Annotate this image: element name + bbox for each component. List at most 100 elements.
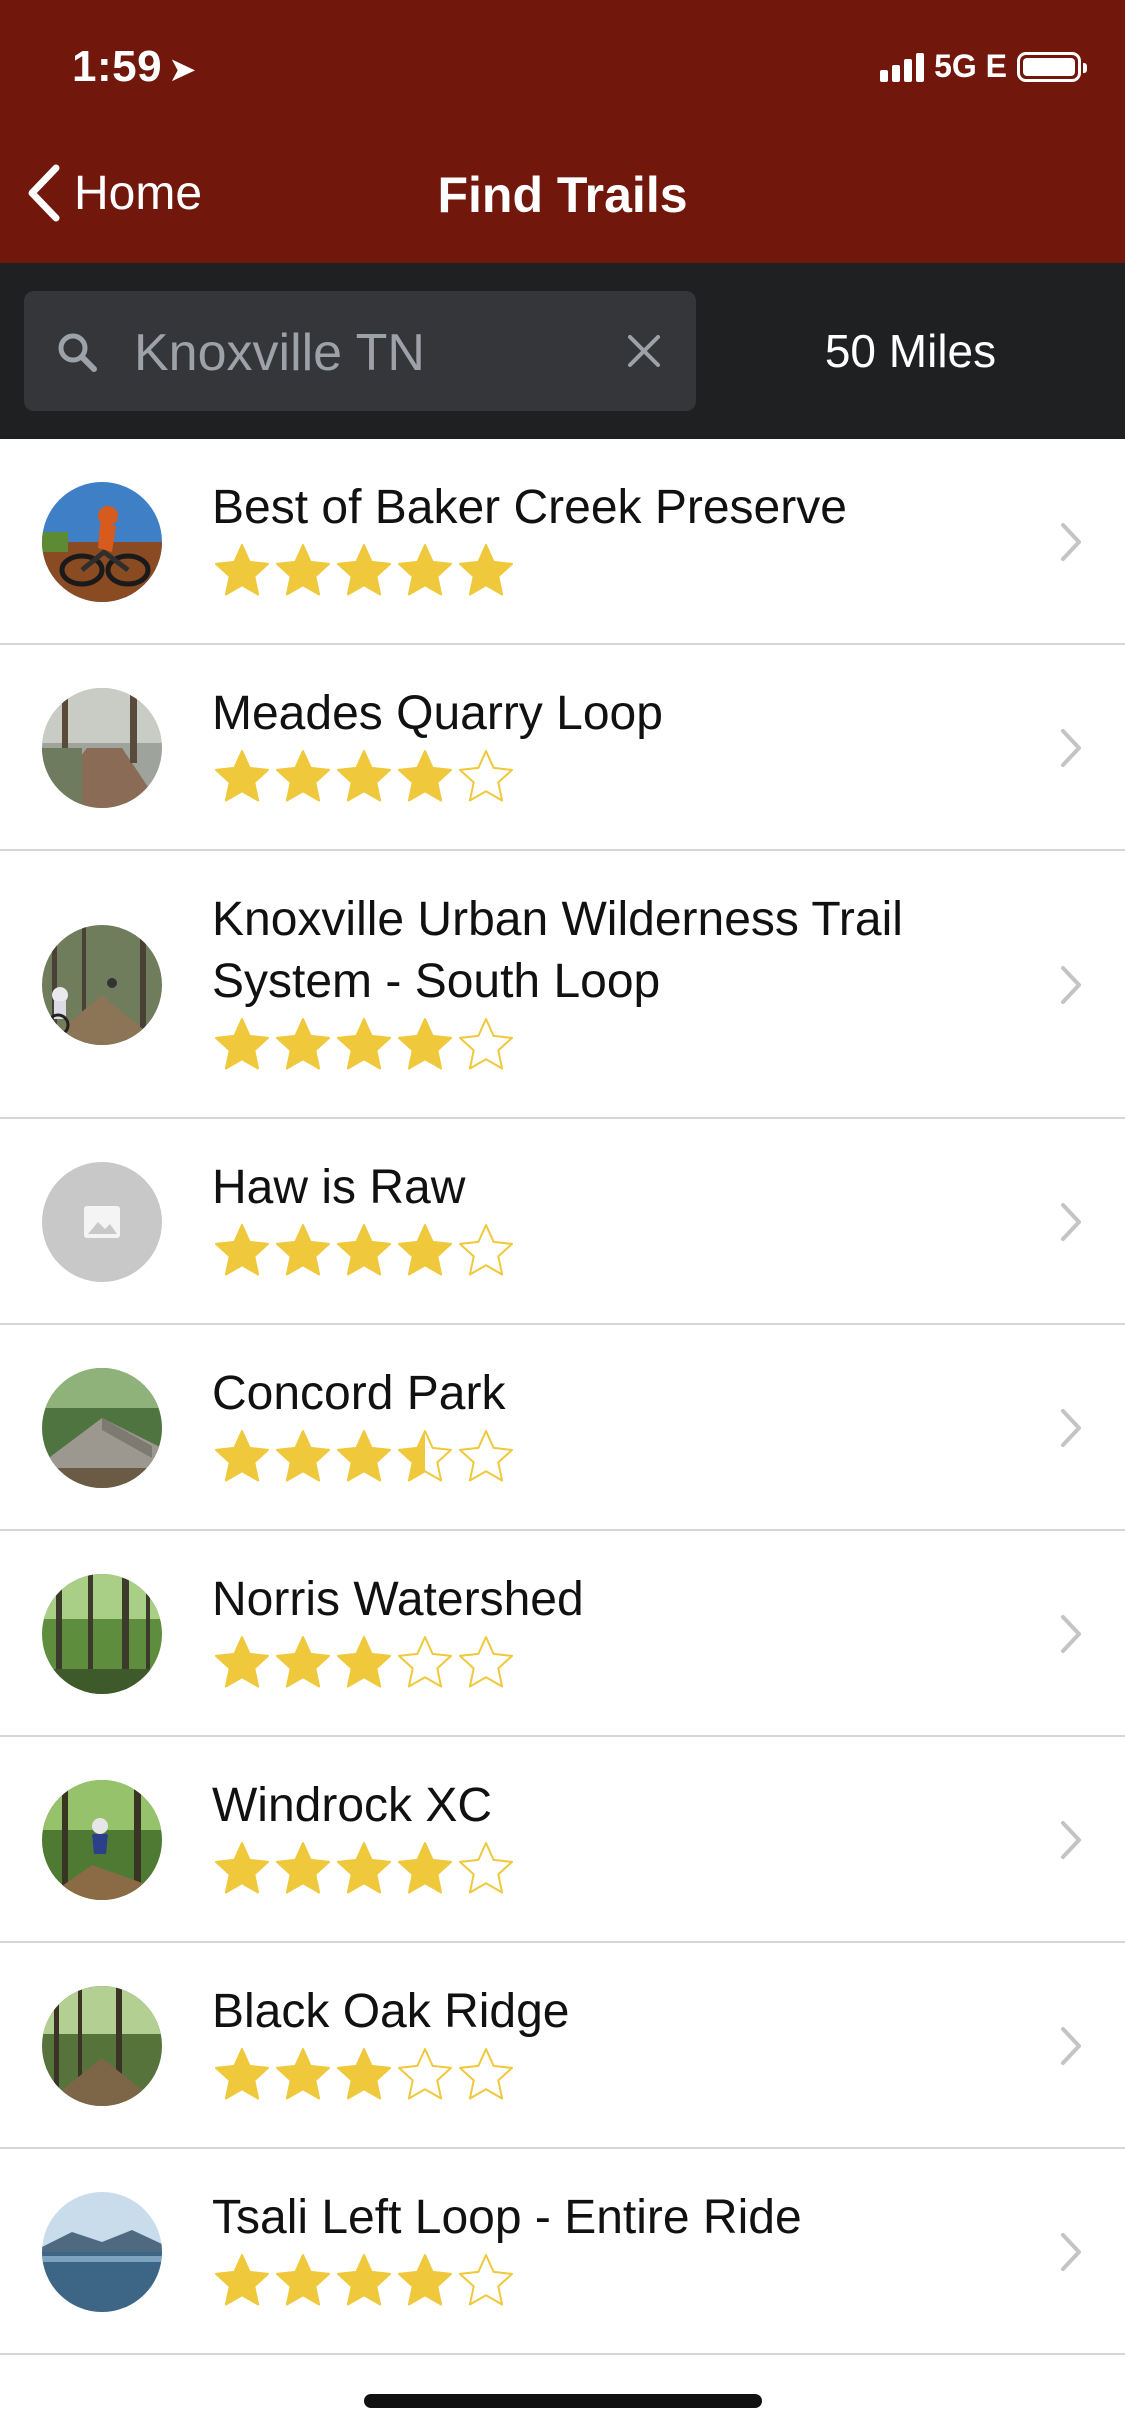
star-rating (212, 1015, 1005, 1075)
star-empty-icon (459, 1430, 513, 1482)
network-label: 5G E (934, 48, 1007, 84)
star-empty-icon (398, 1636, 452, 1688)
chevron-right-icon (1061, 1615, 1081, 1653)
star-filled-icon (276, 1430, 330, 1482)
trail-name: Norris Watershed (212, 1573, 584, 1626)
star-rating (212, 2251, 1005, 2311)
trail-name: Knoxville Urban Wilderness Trail System … (212, 893, 903, 1008)
star-empty-icon (398, 2048, 452, 2100)
status-indicators: 5G E (880, 48, 1087, 85)
trail-name: Tsali Left Loop - Entire Ride (212, 2191, 802, 2244)
star-filled-icon (337, 1224, 391, 1276)
trail-photo (42, 482, 162, 602)
star-empty-icon (459, 2048, 513, 2100)
trail-row[interactable]: Concord Park (0, 1325, 1125, 1531)
star-rating (212, 1221, 1005, 1281)
trail-row[interactable]: Best of Baker Creek Preserve (0, 439, 1125, 645)
star-filled-icon (337, 544, 391, 596)
trail-photo (42, 2192, 162, 2312)
star-filled-icon (215, 1430, 269, 1482)
battery-icon (1017, 51, 1087, 82)
status-time-text: 1:59 (72, 42, 163, 91)
star-filled-icon (276, 544, 330, 596)
star-filled-icon (337, 2048, 391, 2100)
star-empty-icon (459, 1636, 513, 1688)
chevron-right-icon (1061, 1203, 1081, 1241)
chevron-right-icon (1061, 2027, 1081, 2065)
trail-row[interactable]: Meades Quarry Loop (0, 645, 1125, 851)
star-filled-icon (337, 1636, 391, 1688)
search-value: Knoxville TN (134, 324, 425, 382)
star-filled-icon (398, 750, 452, 802)
star-filled-icon (398, 1018, 452, 1070)
star-rating (212, 1633, 1005, 1693)
page-title: Find Trails (437, 167, 688, 223)
home-indicator[interactable] (364, 2394, 762, 2408)
star-filled-icon (276, 750, 330, 802)
star-filled-icon (276, 2254, 330, 2306)
star-filled-icon (215, 544, 269, 596)
location-arrow-icon: ➤ (168, 51, 198, 89)
trail-photo (42, 925, 162, 1045)
trail-row[interactable]: Tsali Left Loop - Entire Ride (0, 2149, 1125, 2355)
chevron-right-icon (1061, 523, 1081, 561)
trail-name: Best of Baker Creek Preserve (212, 481, 847, 534)
status-time: 1:59 ➤ (72, 42, 197, 92)
chevron-right-icon (1061, 729, 1081, 767)
star-filled-icon (276, 1018, 330, 1070)
star-filled-icon (398, 2254, 452, 2306)
star-filled-icon (215, 1018, 269, 1070)
star-filled-icon (337, 1842, 391, 1894)
trail-list: Best of Baker Creek Preserve Meades Quar… (0, 439, 1125, 2355)
image-placeholder-icon (42, 1162, 162, 1282)
star-filled-icon (337, 2254, 391, 2306)
star-rating (212, 747, 1005, 807)
star-empty-icon (459, 1842, 513, 1894)
trail-name: Black Oak Ridge (212, 1985, 570, 2038)
chevron-right-icon (1061, 1821, 1081, 1859)
trail-name: Windrock XC (212, 1779, 493, 1832)
trail-name: Concord Park (212, 1367, 506, 1420)
star-filled-icon (276, 1224, 330, 1276)
star-half-icon (398, 1430, 452, 1482)
star-filled-icon (215, 750, 269, 802)
star-filled-icon (276, 1842, 330, 1894)
trail-photo (42, 688, 162, 808)
trail-row[interactable]: Black Oak Ridge (0, 1943, 1125, 2149)
star-rating (212, 2045, 1005, 2105)
star-filled-icon (337, 1430, 391, 1482)
star-filled-icon (215, 2048, 269, 2100)
star-empty-icon (459, 1018, 513, 1070)
star-filled-icon (215, 1224, 269, 1276)
trail-row[interactable]: Knoxville Urban Wilderness Trail System … (0, 851, 1125, 1119)
star-filled-icon (276, 2048, 330, 2100)
trail-photo (42, 1986, 162, 2106)
trail-photo (42, 1780, 162, 1900)
chevron-right-icon (1061, 966, 1081, 1004)
star-rating (212, 1427, 1005, 1487)
app-header: 1:59 ➤ 5G E Home Find Trails (0, 0, 1125, 263)
star-rating (212, 541, 1005, 601)
trail-photo (42, 1574, 162, 1694)
star-filled-icon (276, 1636, 330, 1688)
chevron-right-icon (1061, 2233, 1081, 2271)
star-rating (212, 1839, 1005, 1899)
star-filled-icon (215, 1636, 269, 1688)
trail-name: Haw is Raw (212, 1161, 466, 1214)
star-filled-icon (215, 2254, 269, 2306)
signal-icon (880, 52, 925, 82)
search-icon (58, 333, 97, 372)
trail-row[interactable]: Haw is Raw (0, 1119, 1125, 1325)
clear-icon[interactable] (622, 329, 666, 373)
star-empty-icon (459, 1224, 513, 1276)
star-filled-icon (215, 1842, 269, 1894)
radius-selector[interactable]: 50 Miles (696, 291, 1125, 411)
search-bar: Knoxville TN 50 Miles (0, 263, 1125, 439)
trail-row[interactable]: Norris Watershed (0, 1531, 1125, 1737)
trail-row[interactable]: Windrock XC (0, 1737, 1125, 1943)
star-empty-icon (459, 2254, 513, 2306)
search-input[interactable]: Knoxville TN (24, 291, 696, 411)
star-empty-icon (459, 750, 513, 802)
chevron-right-icon (1061, 1409, 1081, 1447)
star-filled-icon (337, 1018, 391, 1070)
